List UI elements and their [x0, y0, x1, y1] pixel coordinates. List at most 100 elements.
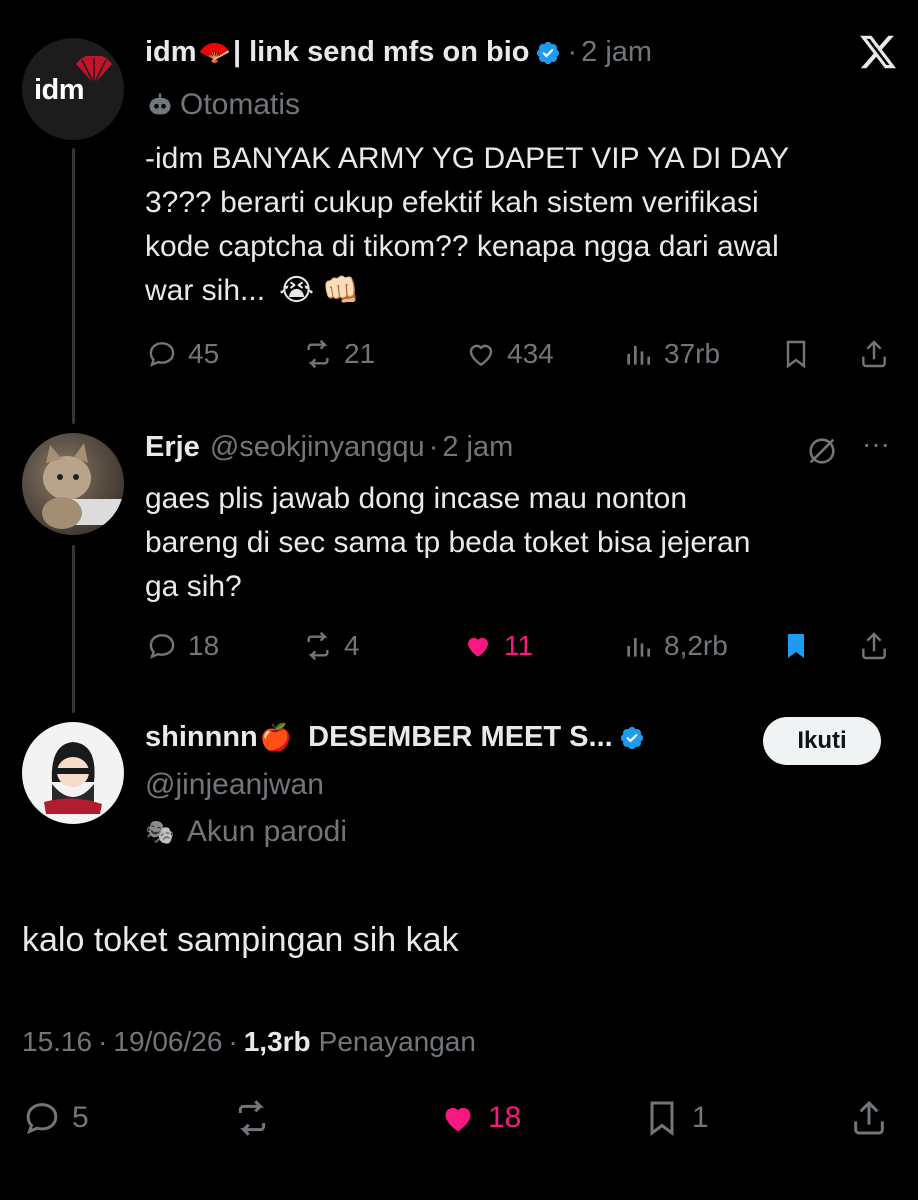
share-button[interactable]	[858, 630, 890, 662]
share-icon	[862, 632, 886, 660]
thread-line	[72, 545, 75, 713]
verified-icon	[537, 41, 560, 64]
retweet-button[interactable]	[232, 1098, 272, 1138]
author-name-suffix[interactable]: DESEMBER MEET S...	[308, 721, 613, 754]
like-count: 18	[488, 1101, 522, 1134]
dot-separator: ·	[228, 1026, 238, 1057]
reply-button[interactable]: 45	[146, 338, 219, 370]
bot-icon	[149, 93, 171, 115]
reply-count: 5	[72, 1101, 89, 1134]
dot-separator: ·	[428, 431, 439, 463]
tweet-date[interactable]: 19/06/26	[113, 1026, 222, 1058]
author-handle[interactable]: @jinjeanjwan	[145, 768, 324, 802]
bookmark-icon	[788, 634, 804, 658]
tweet-header: idm 🪭 | link send mfs on bio · 2 jam	[145, 36, 652, 69]
timestamp[interactable]: 2 jam	[581, 36, 652, 69]
tweet-time[interactable]: 15.16	[22, 1026, 92, 1058]
thread-line	[72, 148, 75, 424]
tweet-text: gaes plis jawab dong incase mau nonton b…	[145, 477, 750, 609]
dot-separator: ·	[567, 36, 578, 68]
reply-icon	[149, 342, 175, 367]
apple-emoji: 🍎	[259, 722, 293, 752]
like-button[interactable]: 18	[438, 1098, 521, 1138]
text-emojis: 😭 👊🏻	[279, 274, 360, 307]
tweet-text-line: war sih...	[145, 274, 266, 307]
author-name[interactable]: shinnnn	[145, 721, 258, 754]
bookmark-button[interactable]	[780, 630, 812, 662]
bookmark-button[interactable]	[780, 338, 812, 370]
automated-label: Otomatis	[146, 88, 300, 122]
cat-photo	[42, 443, 124, 529]
tweet-meta-line: 15.16 · 19/06/26 · 1,3rb Penayangan	[22, 1026, 476, 1058]
chibi-illustration	[44, 742, 102, 814]
reply-icon	[26, 1103, 58, 1134]
reply-button[interactable]: 5	[22, 1098, 89, 1138]
author-handle[interactable]: @seokjinyangqu	[210, 431, 425, 464]
author-name-suffix[interactable]: | link send mfs on bio	[233, 36, 530, 69]
fan-icon	[76, 56, 112, 85]
tweet-text-line: gaes plis jawab dong incase mau nonton	[145, 482, 688, 515]
like-count: 434	[507, 338, 554, 369]
views-count: 8,2rb	[664, 630, 728, 661]
views-button[interactable]: 8,2rb	[622, 630, 728, 662]
bookmark-button[interactable]: 1	[642, 1098, 709, 1138]
tweet-text: -idm BANYAK ARMY YG DAPET VIP YA DI DAY …	[145, 137, 789, 313]
tweet-text-line: ga sih?	[145, 570, 242, 603]
retweet-icon	[238, 1100, 266, 1136]
reply-button[interactable]: 18	[146, 630, 219, 662]
verified-icon	[620, 726, 643, 749]
reply-icon	[149, 634, 175, 659]
retweet-count: 4	[344, 630, 360, 661]
like-count: 11	[504, 630, 534, 661]
retweet-button[interactable]: 4	[302, 630, 360, 662]
retweet-icon	[307, 631, 329, 661]
tweet-text: kalo toket sampingan sih kak	[22, 921, 459, 959]
like-icon	[445, 1107, 471, 1132]
handle-row: @jinjeanjwan	[145, 768, 324, 802]
more-icon[interactable]: ···	[862, 428, 890, 460]
automated-text: Otomatis	[180, 88, 301, 121]
parody-icon: 🎭	[145, 818, 175, 846]
bookmark-icon	[650, 1101, 674, 1136]
views-icon	[627, 346, 650, 365]
views-icon	[627, 638, 650, 657]
bookmark-count: 1	[692, 1101, 709, 1134]
tweet-header: Erje @seokjinyangqu · 2 jam	[145, 431, 513, 464]
grok-icon[interactable]	[805, 434, 839, 468]
views-count: 37rb	[664, 338, 721, 369]
retweet-count: 21	[344, 338, 376, 369]
avatar[interactable]	[22, 433, 124, 535]
share-button[interactable]	[858, 338, 890, 370]
reply-count: 18	[188, 630, 220, 661]
author-name[interactable]: idm	[145, 36, 197, 69]
x-logo-icon[interactable]	[858, 32, 898, 72]
avatar[interactable]	[22, 722, 124, 824]
share-icon	[854, 1100, 884, 1135]
retweet-button[interactable]: 21	[302, 338, 375, 370]
bookmark-icon	[786, 340, 806, 369]
dot-separator: ·	[98, 1026, 108, 1057]
tweet-header: shinnnn 🍎 DESEMBER MEET S...	[145, 721, 651, 754]
views-label: Penayangan	[318, 1026, 476, 1057]
like-button[interactable]: 11	[462, 630, 533, 662]
like-icon	[469, 344, 493, 367]
parody-label: 🎭 Akun parodi	[145, 815, 347, 849]
tweet-text-line: bareng di sec sama tp beda toket bisa je…	[145, 526, 751, 559]
like-icon	[468, 637, 488, 657]
share-button[interactable]	[849, 1098, 889, 1138]
parody-text: Akun parodi	[186, 815, 347, 848]
share-icon	[862, 340, 886, 368]
reply-count: 45	[188, 338, 220, 369]
tweet-text-line: -idm BANYAK ARMY YG DAPET VIP YA DI DAY	[145, 142, 790, 175]
tweet-text-line: 3??? berarti cukup efektif kah sistem ve…	[145, 186, 759, 219]
views-count: 1,3rb	[243, 1026, 311, 1057]
tweet-text-line: kode captcha di tikom?? kenapa ngga dari…	[145, 230, 779, 263]
timestamp[interactable]: 2 jam	[442, 431, 513, 464]
like-button[interactable]: 434	[465, 338, 554, 370]
avatar[interactable]: idm	[22, 38, 124, 140]
fan-emoji: 🪭	[198, 37, 231, 67]
author-name[interactable]: Erje	[145, 431, 200, 464]
views-button[interactable]: 37rb	[622, 338, 720, 370]
follow-button[interactable]: Ikuti	[763, 717, 881, 765]
retweet-icon	[307, 339, 329, 369]
